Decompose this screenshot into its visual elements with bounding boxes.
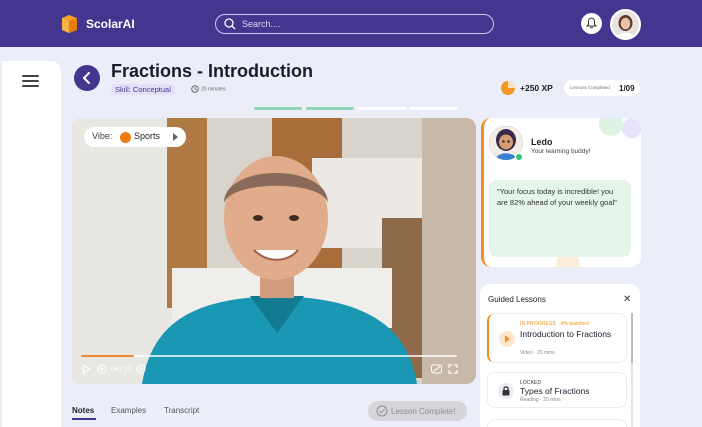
lesson-meta: Reading · 20 mins	[520, 397, 561, 403]
play-circle-icon	[499, 331, 515, 347]
instructor-video-frame	[72, 118, 476, 384]
online-status-dot	[515, 153, 523, 161]
forward-icon[interactable]	[136, 364, 146, 374]
back-arrow-icon	[83, 72, 90, 84]
notifications-button[interactable]	[581, 13, 602, 34]
sidebar	[2, 61, 61, 427]
xp-value: +250 XP	[520, 83, 553, 93]
lessons-completed-badge: Lessons Completed 1/09	[564, 80, 640, 96]
lesson-name: Introduction to Fractions	[520, 329, 612, 339]
menu-icon[interactable]	[22, 75, 39, 87]
tab-notes[interactable]: Notes	[72, 406, 94, 415]
video-time: 04 / 20	[111, 366, 131, 373]
lesson-status: IN PROGRESS · 4% watched	[520, 321, 589, 327]
vibe-color-dot	[120, 132, 131, 143]
user-avatar[interactable]	[610, 9, 641, 40]
video-player[interactable]	[72, 118, 476, 384]
bell-icon	[586, 17, 597, 29]
decor-bubble	[599, 118, 623, 136]
progress-segment	[410, 107, 458, 110]
lessons-scrollbar-thumb[interactable]	[631, 313, 633, 363]
vibe-selector[interactable]: Vibe: Sports	[84, 127, 186, 147]
lock-icon	[498, 383, 514, 399]
progress-segment	[358, 107, 406, 110]
lesson-meta: Video · 20 mins	[520, 350, 555, 356]
replay-icon[interactable]	[97, 364, 107, 374]
lesson-complete-button[interactable]: Lesson Complete!	[368, 401, 467, 421]
lesson-duration: 20 minutes	[191, 85, 225, 94]
lessons-completed-count: 1/09	[619, 83, 635, 93]
clock-icon	[191, 85, 199, 93]
play-icon[interactable]	[82, 364, 91, 374]
skill-badge: Skill: Conceptual	[111, 84, 175, 95]
tab-transcript[interactable]: Transcript	[164, 406, 199, 415]
page-title: Fractions - Introduction	[111, 61, 313, 81]
guided-lessons-title: Guided Lessons	[488, 295, 546, 304]
app-name[interactable]: ScolarAI	[86, 17, 135, 31]
back-button[interactable]	[74, 65, 100, 91]
video-progress-fill	[81, 355, 134, 357]
vibe-label: Vibe:	[92, 131, 113, 141]
search-input[interactable]	[242, 17, 482, 31]
lesson-name: Types of Fractions	[520, 386, 590, 396]
lesson-item[interactable]	[487, 419, 627, 427]
tab-examples[interactable]: Examples	[111, 406, 146, 415]
video-progress-bar[interactable]	[81, 355, 457, 357]
buddy-name: Ledo	[531, 137, 553, 147]
captions-icon[interactable]	[431, 364, 442, 374]
chevron-right-icon	[173, 133, 178, 141]
decor-bubble	[622, 118, 641, 138]
close-icon[interactable]: ✕	[623, 294, 631, 305]
buddy-subtitle: Your learning buddy!	[531, 148, 591, 155]
buddy-message: "Your focus today is incredible! you are…	[489, 180, 631, 257]
check-circle-icon	[376, 405, 388, 417]
search-bar[interactable]	[215, 14, 494, 34]
progress-segment	[254, 107, 302, 110]
logo-icon[interactable]	[60, 13, 79, 34]
vibe-value: Sports	[134, 131, 161, 141]
fullscreen-icon[interactable]	[448, 364, 458, 374]
progress-segment	[306, 107, 354, 110]
active-tab-indicator	[72, 418, 96, 420]
xp-icon	[501, 81, 515, 95]
lesson-complete-label: Lesson Complete!	[391, 407, 456, 416]
lessons-completed-label: Lessons Completed	[570, 85, 610, 90]
search-icon	[224, 18, 236, 30]
